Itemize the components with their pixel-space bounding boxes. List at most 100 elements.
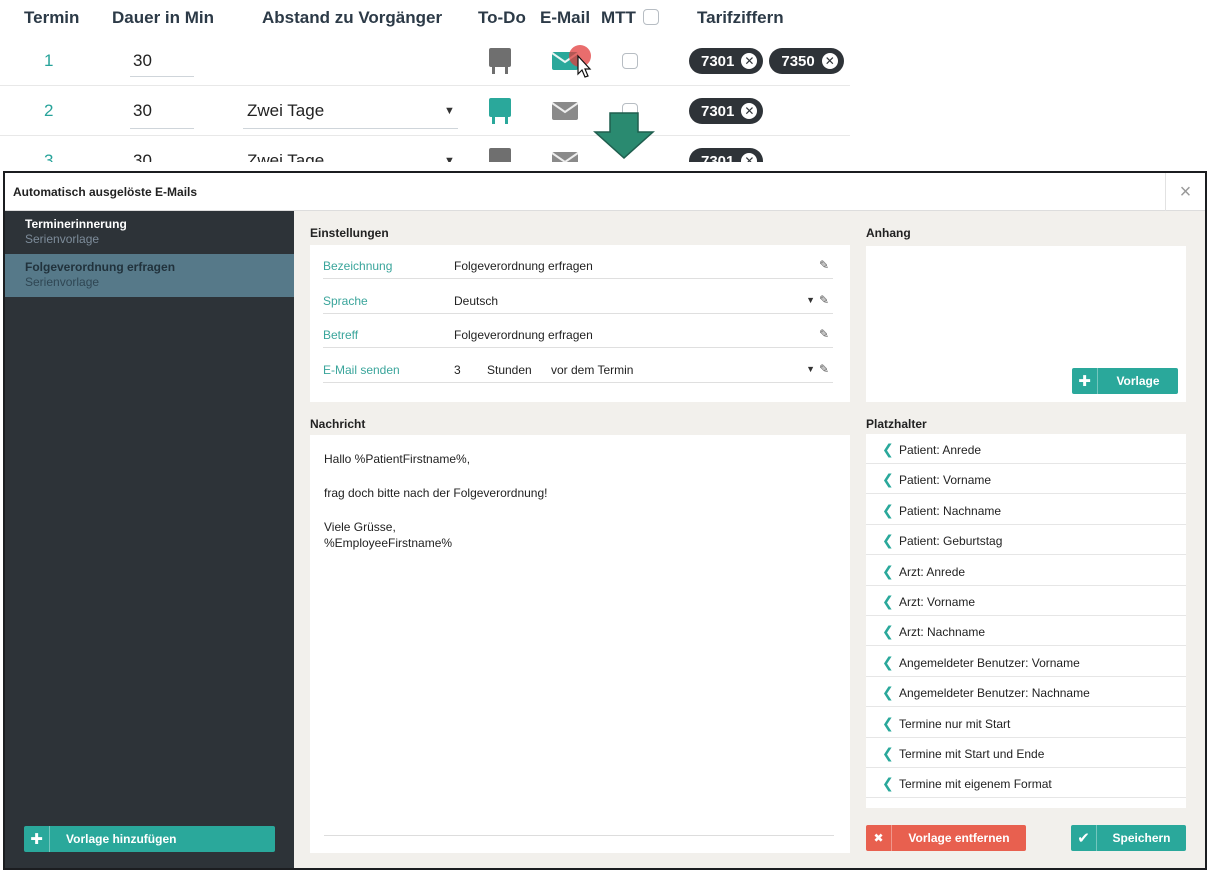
placeholder-item[interactable]: ❮ Angemeldeter Benutzer: Vorname <box>866 647 1186 677</box>
chevron-down-icon: ▼ <box>806 364 815 374</box>
placeholder-item[interactable]: ❮ Termine nur mit Start <box>866 708 1186 738</box>
attachment-title: Anhang <box>866 226 911 240</box>
sidebar-item-folgeverordnung[interactable]: Folgeverordnung erfragen Serienvorlage <box>5 254 294 297</box>
sidebar-item-title: Terminerinnerung <box>25 217 127 231</box>
remove-tag-icon[interactable]: ✕ <box>821 53 838 69</box>
remove-tag-icon[interactable]: ✕ <box>741 103 758 119</box>
placeholder-item[interactable]: ❮ Patient: Anrede <box>866 434 1186 464</box>
termin-number: 1 <box>44 51 54 70</box>
remove-tag-icon[interactable]: ✕ <box>741 153 758 162</box>
placeholder-label: Termine nur mit Start <box>899 716 1011 731</box>
sidebar-item-subtitle: Serienvorlage <box>25 275 100 289</box>
placeholders-list: ❮ Patient: Anrede ❮ Patient: Vorname ❮ Patien… <box>866 434 1186 808</box>
placeholder-label: Termine mit eigenem Format <box>899 777 1052 792</box>
chevron-down-icon: ▼ <box>444 155 455 162</box>
plus-icon: ✚ <box>24 826 50 852</box>
chevron-left-icon: ❮ <box>882 471 894 488</box>
chevron-left-icon: ❮ <box>882 562 894 579</box>
placeholder-item[interactable]: ❮ Termine mit Start und Ende <box>866 738 1186 768</box>
abstand-select[interactable]: Zwei Tage <box>247 136 324 162</box>
header-dauer: Dauer in Min <box>112 8 215 27</box>
placeholder-label: Patient: Vorname <box>899 473 992 488</box>
setting-email-senden[interactable]: E-Mail senden 3 Stunden vor dem Termin ▼… <box>323 353 833 383</box>
tariff-tag: 7301 ✕ <box>689 148 764 162</box>
add-template-button[interactable]: ✚ Vorlage hinzufügen <box>24 826 275 852</box>
duration-input[interactable]: 30 <box>133 136 152 162</box>
message-editor[interactable]: Hallo %PatientFirstname%, frag doch bitt… <box>310 435 850 853</box>
mtt-checkbox[interactable] <box>622 36 638 86</box>
dialog-title: Automatisch ausgelöste E-Mails <box>13 185 198 199</box>
placeholder-item[interactable]: ❮ Angemeldeter Benutzer: Nachname <box>866 677 1186 708</box>
duration-input[interactable]: 30 <box>133 36 152 86</box>
message-line: %EmployeeFirstname% <box>324 536 453 550</box>
placeholder-label: Angemeldeter Benutzer: Vorname <box>899 655 1080 670</box>
duration-underline <box>130 128 194 129</box>
send-unit[interactable]: Stunden <box>487 363 532 377</box>
placeholder-item[interactable]: ❮ Termine mit eigenem Format <box>866 768 1186 799</box>
header-abstand: Abstand zu Vorgänger <box>262 8 443 27</box>
setting-bezeichnung[interactable]: Bezeichnung Folgeverordnung erfragen ✎ <box>323 249 833 279</box>
placeholder-item[interactable]: ❮ Arzt: Anrede <box>866 556 1186 586</box>
todo-icon[interactable] <box>488 36 512 86</box>
placeholder-item[interactable]: ❮ Arzt: Vorname <box>866 586 1186 616</box>
message-line: Viele Grüsse, <box>324 520 396 534</box>
placeholder-label: Patient: Anrede <box>899 443 982 457</box>
email-icon[interactable] <box>552 86 578 136</box>
placeholder-label: Arzt: Nachname <box>899 625 986 640</box>
setting-sprache[interactable]: Sprache Deutsch ▼ ✎ <box>323 284 833 314</box>
chevron-left-icon: ❮ <box>882 501 894 518</box>
chevron-left-icon: ❮ <box>882 593 894 609</box>
header-mtt: MTT <box>601 8 636 27</box>
chevron-left-icon: ❮ <box>882 532 894 549</box>
placeholder-item[interactable]: ❮ Patient: Vorname <box>866 464 1186 495</box>
setting-betreff[interactable]: Betreff Folgeverordnung erfragen ✎ <box>323 318 833 348</box>
save-button[interactable]: ✔ Speichern <box>1071 825 1186 851</box>
sidebar-item-terminerinnerung[interactable]: Terminerinnerung Serienvorlage <box>5 211 294 254</box>
table-row: 1 30 7301 ✕ 7350 ✕ <box>0 36 850 86</box>
editor-divider <box>324 835 834 836</box>
send-amount[interactable]: 3 <box>454 363 461 377</box>
placeholder-label: Patient: Geburtstag <box>899 534 1003 549</box>
add-attachment-button[interactable]: ✚ Vorlage <box>1072 368 1178 394</box>
chevron-left-icon: ❮ <box>882 745 894 761</box>
email-icon[interactable] <box>552 136 578 162</box>
header-tarifziffern: Tarifziffern <box>697 8 784 27</box>
tariff-tags: 7301 ✕ <box>689 136 769 162</box>
chevron-left-icon: ❮ <box>882 714 894 731</box>
pencil-icon[interactable]: ✎ <box>819 258 829 272</box>
close-icon[interactable]: × <box>1165 173 1205 211</box>
pencil-icon[interactable]: ✎ <box>819 327 829 341</box>
header-email: E-Mail <box>540 8 591 27</box>
placeholder-label: Arzt: Vorname <box>899 595 976 609</box>
termin-number: 3 <box>44 151 54 162</box>
todo-icon[interactable] <box>488 136 512 162</box>
placeholder-item[interactable]: ❮ Patient: Nachname <box>866 495 1186 525</box>
remove-tag-icon[interactable]: ✕ <box>741 53 758 69</box>
todo-icon[interactable] <box>488 86 512 136</box>
placeholder-label: Termine mit Start und Ende <box>899 747 1045 761</box>
abstand-underline <box>243 128 458 129</box>
send-when[interactable]: vor dem Termin <box>551 363 633 377</box>
dialog-header: Automatisch ausgelöste E-Mails × <box>5 173 1205 211</box>
auto-email-dialog: Automatisch ausgelöste E-Mails × Termine… <box>3 171 1207 870</box>
termin-number: 2 <box>44 101 54 120</box>
sidebar-item-subtitle: Serienvorlage <box>25 232 100 246</box>
placeholder-label: Angemeldeter Benutzer: Nachname <box>899 686 1090 701</box>
tariff-tag: 7301 ✕ <box>689 98 764 124</box>
mouse-cursor-icon <box>568 36 598 86</box>
placeholder-item[interactable]: ❮ Patient: Geburtstag <box>866 525 1186 556</box>
chevron-left-icon: ❮ <box>882 684 894 701</box>
chevron-left-icon: ❮ <box>882 441 894 457</box>
pencil-icon[interactable]: ✎ <box>819 293 829 307</box>
placeholder-item[interactable]: ❮ Arzt: Nachname <box>866 616 1186 647</box>
table-row: 2 30 Zwei Tage ▼ 7301 ✕ <box>0 86 850 136</box>
header-todo: To-Do <box>478 8 526 27</box>
template-sidebar: Terminerinnerung Serienvorlage Folgevero… <box>5 211 294 868</box>
remove-template-button[interactable]: ✖ Vorlage entfernen <box>866 825 1026 851</box>
message-title: Nachricht <box>310 417 366 431</box>
table-row: 3 30 Zwei Tage ▼ 7301 ✕ <box>0 136 850 162</box>
sidebar-item-title: Folgeverordnung erfragen <box>25 260 176 274</box>
pencil-icon[interactable]: ✎ <box>819 362 829 376</box>
header-termin: Termin <box>24 8 80 27</box>
mtt-all-checkbox[interactable] <box>643 9 659 25</box>
